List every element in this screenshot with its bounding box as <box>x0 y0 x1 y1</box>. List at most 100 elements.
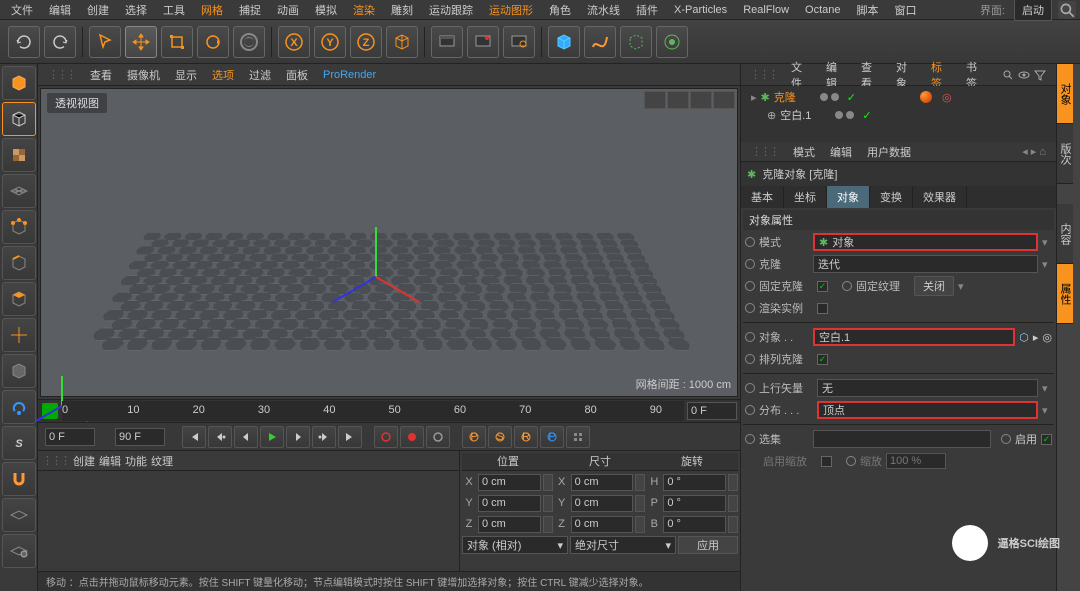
menu-file[interactable]: 文件 <box>4 0 40 20</box>
coord-sys-button[interactable] <box>386 26 418 58</box>
current-frame-field[interactable]: 0 F <box>687 402 737 420</box>
size-z-field[interactable]: 0 cm <box>571 516 634 533</box>
arrow-icon[interactable]: ▸ <box>1033 331 1039 344</box>
menu-animate[interactable]: 动画 <box>270 0 306 20</box>
workplane-button[interactable] <box>2 174 36 208</box>
make-editable-button[interactable] <box>2 66 36 100</box>
select-tool[interactable] <box>89 26 121 58</box>
om-eye-icon[interactable] <box>1017 68 1031 82</box>
menu-plugins[interactable]: 插件 <box>629 0 665 20</box>
viewport[interactable]: 透视视图 网格间距 : 1000 cm <box>40 88 738 397</box>
pos-z-field[interactable]: 0 cm <box>478 516 541 533</box>
rtab-layers[interactable]: 版次 <box>1057 124 1073 184</box>
selection-field[interactable] <box>813 430 991 448</box>
fixtex-select[interactable]: 关闭 <box>914 276 954 296</box>
record-button[interactable] <box>374 426 398 448</box>
key-rot-button[interactable]: R <box>514 426 538 448</box>
prorender-menu[interactable]: ProRender <box>317 67 382 83</box>
spinner[interactable] <box>543 474 553 491</box>
key-pla-button[interactable] <box>566 426 590 448</box>
key-param-button[interactable]: P <box>540 426 564 448</box>
fixclone-check[interactable]: ✓ <box>817 281 828 292</box>
locked-workplane-button[interactable] <box>2 498 36 532</box>
menu-pipeline[interactable]: 流水线 <box>580 0 627 20</box>
rtab-attributes[interactable]: 属性 <box>1057 264 1073 324</box>
rot-p-field[interactable]: 0 ° <box>663 495 726 512</box>
menu-tools[interactable]: 工具 <box>156 0 192 20</box>
undo-button[interactable] <box>8 26 40 58</box>
size-y-field[interactable]: 0 cm <box>571 495 634 512</box>
snap-button[interactable]: S <box>2 426 36 460</box>
filter-menu[interactable]: 过滤 <box>243 65 277 85</box>
tab-object[interactable]: 对象 <box>827 186 870 208</box>
poly-mode-button[interactable] <box>2 282 36 316</box>
scale-tool[interactable] <box>161 26 193 58</box>
play-button[interactable] <box>260 426 284 448</box>
object-field[interactable]: 空白.1 <box>813 328 1015 346</box>
spline-button[interactable] <box>584 26 616 58</box>
panel-menu[interactable]: 面板 <box>280 65 314 85</box>
render-view-button[interactable] <box>431 26 463 58</box>
menu-char[interactable]: 角色 <box>542 0 578 20</box>
apply-button[interactable]: 应用 <box>678 536 738 554</box>
mat-func-menu[interactable]: 功能 <box>125 453 147 469</box>
attr-nav-icons[interactable]: ◂ ▸ ⌂ <box>1016 143 1052 160</box>
prev-frame-button[interactable] <box>234 426 258 448</box>
enable-scale-check[interactable] <box>821 456 832 467</box>
end-frame-field[interactable]: 90 F <box>115 428 165 446</box>
menu-rf[interactable]: RealFlow <box>736 2 796 18</box>
om-search-icon[interactable] <box>1001 68 1015 82</box>
rtab-objects[interactable]: 对象 <box>1057 64 1073 124</box>
mat-edit-menu[interactable]: 编辑 <box>99 453 121 469</box>
mat-create-menu[interactable]: 创建 <box>73 453 95 469</box>
autokey-button[interactable] <box>400 426 424 448</box>
menu-simulate[interactable]: 模拟 <box>308 0 344 20</box>
tab-basic[interactable]: 基本 <box>741 186 784 208</box>
keyframe-sel-button[interactable] <box>426 426 450 448</box>
redo-button[interactable] <box>44 26 76 58</box>
rot-b-field[interactable]: 0 ° <box>663 516 726 533</box>
start-frame-field[interactable]: 0 F <box>45 428 95 446</box>
key-pos-button[interactable]: P <box>462 426 486 448</box>
menu-mesh[interactable]: 网格 <box>194 0 230 20</box>
clone-select[interactable]: 迭代 <box>813 255 1038 273</box>
size-x-field[interactable]: 0 cm <box>571 474 634 491</box>
edge-mode-button[interactable] <box>2 246 36 280</box>
mode-select[interactable]: ✱对象 <box>813 233 1038 251</box>
grip-icon[interactable]: ⋮⋮⋮ <box>745 66 782 83</box>
axis-x-button[interactable]: X <box>278 26 310 58</box>
camera-menu[interactable]: 摄像机 <box>121 65 166 85</box>
viewport-solo-button[interactable] <box>2 354 36 388</box>
grip-icon[interactable]: ⋮⋮⋮ <box>745 143 784 160</box>
point-mode-button[interactable] <box>2 210 36 244</box>
target-icon[interactable]: ◎ <box>1042 331 1052 344</box>
prev-key-button[interactable] <box>208 426 232 448</box>
menu-snap[interactable]: 捕捉 <box>232 0 268 20</box>
menu-sculpt[interactable]: 雕刻 <box>384 0 420 20</box>
menu-xp[interactable]: X-Particles <box>667 2 734 18</box>
planar-workplane-button[interactable] <box>2 534 36 568</box>
magnet-weight-button[interactable] <box>2 462 36 496</box>
pos-y-field[interactable]: 0 cm <box>478 495 541 512</box>
sort-check[interactable]: ✓ <box>817 354 828 365</box>
grip-icon[interactable]: ⋮⋮⋮ <box>42 454 69 467</box>
cube-primitive-button[interactable] <box>548 26 580 58</box>
menu-create[interactable]: 创建 <box>80 0 116 20</box>
radio-icon[interactable] <box>745 237 755 247</box>
menu-render[interactable]: 渲染 <box>346 0 382 20</box>
attr-userdata-menu[interactable]: 用户数据 <box>861 142 917 162</box>
inst-check[interactable] <box>817 303 828 314</box>
rot-h-field[interactable]: 0 ° <box>663 474 726 491</box>
om-filter-icon[interactable] <box>1033 68 1047 82</box>
search-icon[interactable] <box>1058 1 1076 19</box>
menu-edit[interactable]: 编辑 <box>42 0 78 20</box>
grip-icon[interactable]: ⋮⋮⋮ <box>42 66 81 83</box>
tweak-button[interactable] <box>2 390 36 424</box>
next-frame-button[interactable] <box>286 426 310 448</box>
generator-button[interactable] <box>620 26 652 58</box>
tab-coord[interactable]: 坐标 <box>784 186 827 208</box>
tab-transform[interactable]: 变换 <box>870 186 913 208</box>
model-mode-button[interactable] <box>2 102 36 136</box>
vp-orbit-icon[interactable] <box>690 91 712 109</box>
axis-y-button[interactable]: Y <box>314 26 346 58</box>
